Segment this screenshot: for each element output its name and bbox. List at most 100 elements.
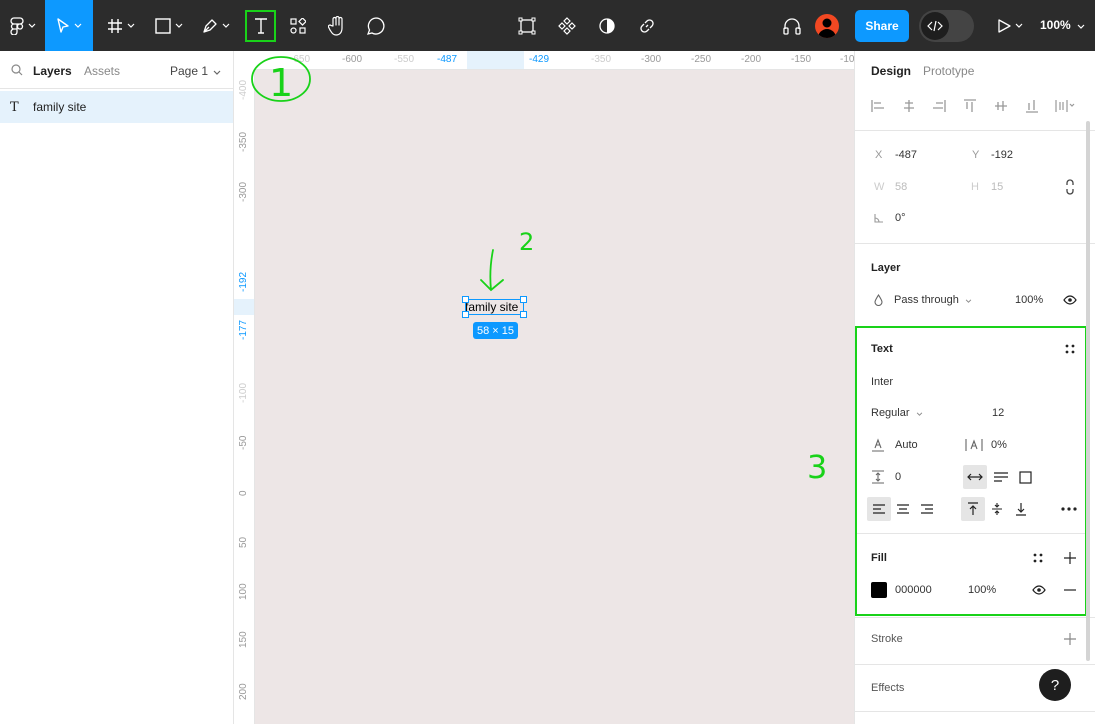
layer-opacity-input[interactable]: 100% xyxy=(1015,294,1043,306)
align-vertical-center-button[interactable] xyxy=(994,96,1025,116)
tab-prototype[interactable]: Prototype xyxy=(923,64,974,78)
add-fill-icon[interactable] xyxy=(1064,552,1076,564)
divider xyxy=(855,130,1095,131)
text-align-right-icon xyxy=(921,504,933,514)
text-section-title: Text xyxy=(871,343,893,355)
font-weight-dropdown[interactable]: Regular xyxy=(871,407,923,419)
audio-button[interactable] xyxy=(780,0,804,51)
page-selector[interactable]: Page 1 xyxy=(170,64,221,78)
chevron-down-icon xyxy=(1077,24,1085,29)
left-panel: Layers Assets Page 1 T family site xyxy=(0,51,234,724)
fill-opacity-input[interactable]: 100% xyxy=(968,584,996,596)
frame-tool-button[interactable] xyxy=(102,0,140,51)
align-bottom-icon xyxy=(1025,100,1038,113)
vertical-align-top-button[interactable] xyxy=(961,497,985,521)
effects-section-title: Effects xyxy=(871,682,905,694)
zoom-dropdown[interactable]: 100% xyxy=(1040,18,1085,32)
x-input[interactable]: -487 xyxy=(895,149,917,161)
component-icon xyxy=(518,17,536,34)
help-button[interactable]: ? xyxy=(1039,669,1071,701)
tab-assets[interactable]: Assets xyxy=(84,64,120,78)
ruler-tick: -150 xyxy=(791,54,812,65)
y-input[interactable]: -192 xyxy=(991,149,1013,161)
vertical-align-middle-button[interactable] xyxy=(985,497,1009,521)
contrast-button[interactable] xyxy=(595,0,619,51)
resize-handle-bottom-right[interactable] xyxy=(520,311,527,318)
letter-spacing-input[interactable]: 0% xyxy=(991,439,1007,451)
share-button[interactable]: Share xyxy=(855,10,909,42)
more-text-options-button[interactable] xyxy=(1057,497,1081,521)
distribute-icon xyxy=(1055,100,1075,112)
comment-button[interactable] xyxy=(364,0,388,51)
component-button[interactable] xyxy=(515,0,539,51)
ruler-tick: -300 xyxy=(641,54,662,65)
text-styles-icon[interactable] xyxy=(1065,344,1075,354)
resize-handle-bottom-left[interactable] xyxy=(462,311,469,318)
move-tool-button[interactable] xyxy=(45,0,93,51)
align-top-button[interactable] xyxy=(963,96,994,116)
avatar[interactable] xyxy=(815,14,839,38)
h-input[interactable]: 15 xyxy=(991,181,1003,193)
ruler-tick: -650 xyxy=(290,54,311,65)
resize-handle-top-right[interactable] xyxy=(520,296,527,303)
resources-button[interactable] xyxy=(286,0,310,51)
align-right-button[interactable] xyxy=(932,96,963,116)
text-tool-annotation-box xyxy=(245,10,276,42)
font-family-dropdown[interactable]: Inter xyxy=(871,376,893,388)
dev-mode-toggle[interactable] xyxy=(919,10,974,42)
align-left-button[interactable] xyxy=(871,96,902,116)
variants-button[interactable] xyxy=(555,0,579,51)
text-align-right-button[interactable] xyxy=(915,497,939,521)
auto-width-button[interactable] xyxy=(963,465,987,489)
paragraph-spacing-input[interactable]: 0 xyxy=(895,471,901,483)
chevron-down-icon xyxy=(28,23,36,28)
x-label: X xyxy=(875,149,883,161)
distribute-button[interactable] xyxy=(1055,96,1086,116)
left-panel-tabs: Layers Assets Page 1 xyxy=(0,51,233,89)
link-button[interactable] xyxy=(635,0,659,51)
fill-hex-input[interactable]: 000000 xyxy=(895,584,932,596)
right-panel-scrollbar[interactable] xyxy=(1086,121,1090,661)
present-icon xyxy=(998,18,1011,33)
eye-icon[interactable] xyxy=(1063,295,1077,305)
add-stroke-icon[interactable] xyxy=(1064,633,1076,645)
eye-icon[interactable] xyxy=(1032,585,1046,595)
canvas[interactable]: family site 58 × 15 2 3 xyxy=(255,70,854,724)
figma-menu-button[interactable] xyxy=(4,0,42,51)
blend-mode-dropdown[interactable]: Pass through xyxy=(894,294,972,306)
pen-tool-button[interactable] xyxy=(197,0,235,51)
toolbar: Share 100% xyxy=(0,0,1095,51)
font-size-input[interactable]: 12 xyxy=(992,407,1004,419)
hand-tool-button[interactable] xyxy=(325,0,349,51)
auto-height-button[interactable] xyxy=(989,465,1013,489)
line-height-input[interactable]: Auto xyxy=(895,439,918,451)
layer-item-family-site[interactable]: T family site xyxy=(0,91,233,123)
align-horizontal-center-button[interactable] xyxy=(902,96,933,116)
fill-styles-icon[interactable] xyxy=(1033,553,1043,563)
rotation-input[interactable]: 0° xyxy=(895,212,906,224)
vertical-align-bottom-button[interactable] xyxy=(1009,497,1033,521)
text-align-center-button[interactable] xyxy=(891,497,915,521)
svg-text:3: 3 xyxy=(807,448,827,486)
ruler-tick: 0 xyxy=(238,490,249,496)
chevron-down-icon xyxy=(127,23,135,28)
text-align-left-button[interactable] xyxy=(867,497,891,521)
fill-color-swatch[interactable] xyxy=(871,582,887,598)
search-icon[interactable] xyxy=(11,64,23,76)
tab-design[interactable]: Design xyxy=(871,64,911,78)
fixed-size-button[interactable] xyxy=(1013,465,1037,489)
constrain-proportions-icon[interactable] xyxy=(1065,179,1075,195)
ruler-top-selection xyxy=(467,51,524,69)
tab-layers[interactable]: Layers xyxy=(33,64,72,78)
ruler-tick: 100 xyxy=(238,583,249,600)
chevron-down-icon xyxy=(916,412,922,416)
chevron-down-icon xyxy=(222,23,230,28)
present-button[interactable] xyxy=(992,0,1028,51)
align-bottom-button[interactable] xyxy=(1025,96,1056,116)
shape-tool-button[interactable] xyxy=(150,0,188,51)
remove-fill-icon[interactable] xyxy=(1064,589,1076,591)
w-input[interactable]: 58 xyxy=(895,181,907,193)
w-label: W xyxy=(874,181,885,193)
dev-mode-icon xyxy=(927,20,943,32)
resize-handle-top-left[interactable] xyxy=(462,296,469,303)
